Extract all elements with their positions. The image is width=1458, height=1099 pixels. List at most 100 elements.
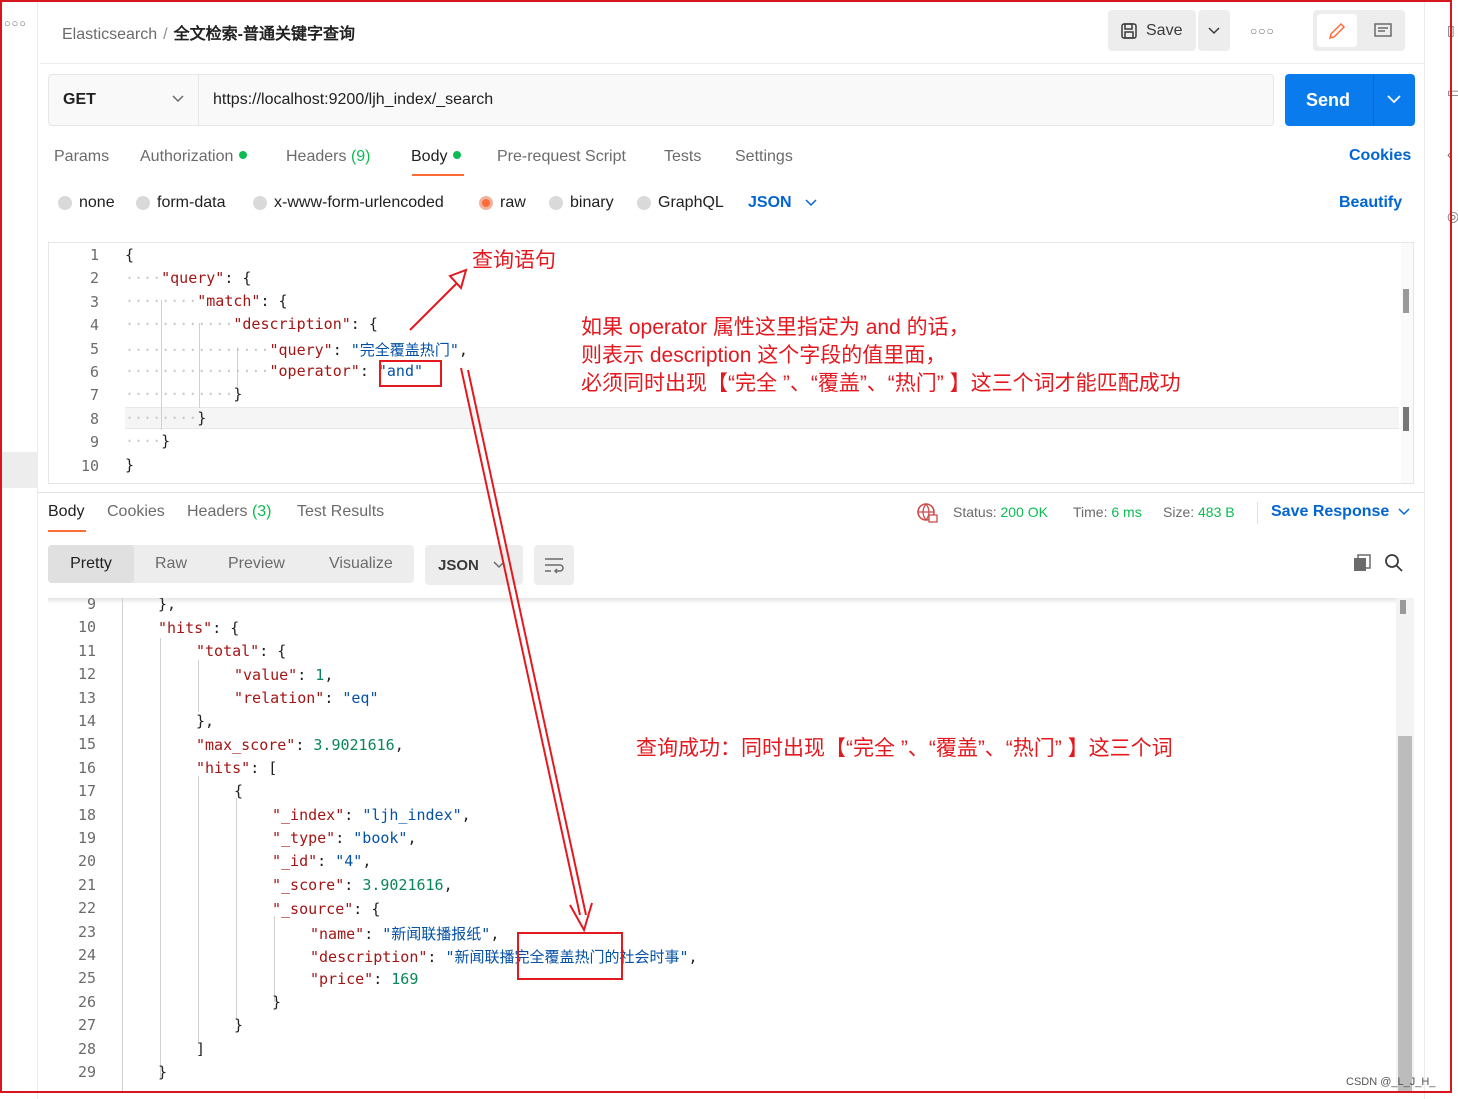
code-line: {: [125, 246, 135, 264]
sidebar-selected-item[interactable]: [0, 452, 38, 488]
tab-authorization[interactable]: Authorization: [140, 148, 248, 166]
radio-urlencoded[interactable]: x-www-form-urlencoded: [253, 194, 444, 212]
method-select[interactable]: GET: [49, 75, 199, 125]
code-line: }: [234, 1016, 244, 1034]
scroll-thumb[interactable]: [1398, 736, 1412, 1093]
send-button[interactable]: Send: [1285, 74, 1415, 126]
mode-toggle: [1313, 10, 1405, 51]
breadcrumb: Elasticsearch / 全文检索-普通关键字查询: [62, 20, 355, 44]
chevron-down-icon[interactable]: [1387, 95, 1401, 104]
annotation-explain-3: 必须同时出现【“完全 ”、“覆盖”、“热门” 】这三个词才能匹配成功: [581, 372, 1181, 395]
comment-icon: [1374, 22, 1392, 37]
collection-name[interactable]: Elasticsearch: [62, 26, 157, 43]
view-preview[interactable]: Preview: [228, 555, 285, 573]
view-mode-group: Pretty Raw Preview Visualize: [48, 545, 414, 583]
beautify-button[interactable]: Beautify: [1339, 194, 1402, 212]
line-number: 26: [77, 992, 96, 1011]
chevron-down-icon: [1398, 508, 1410, 516]
code-line: {: [234, 782, 244, 800]
wrap-lines-button[interactable]: [534, 545, 574, 585]
tab-headers[interactable]: Headers (9): [286, 148, 371, 166]
line-number: 16: [77, 758, 96, 777]
watermark: CSDN @_L_J_H_: [1346, 1076, 1436, 1088]
radio-raw-label: raw: [500, 194, 526, 211]
line-number: 9: [89, 433, 99, 452]
size-text[interactable]: Size: 483 B: [1163, 504, 1235, 520]
view-pretty[interactable]: Pretty: [48, 545, 134, 583]
url-bar: GET https://localhost:9200/ljh_index/_se…: [48, 74, 1274, 126]
code-icon[interactable]: ‹: [1447, 146, 1452, 162]
more-dots-icon[interactable]: ○○○: [4, 18, 27, 30]
code-line: ············}: [125, 385, 243, 403]
scroll-marker: [1403, 407, 1409, 431]
radio-none[interactable]: none: [58, 194, 115, 212]
code-line: ········"match": {: [125, 292, 288, 310]
radio-binary[interactable]: binary: [549, 194, 614, 212]
annotation-explain-1: 如果 operator 属性这里指定为 and 的话，: [581, 316, 970, 339]
more-actions-icon[interactable]: ○○○: [1250, 24, 1275, 38]
tab-test-results[interactable]: Test Results: [297, 503, 384, 521]
status-label: Status:: [953, 504, 997, 520]
line-number: 4: [89, 316, 99, 335]
radio-form-data[interactable]: form-data: [136, 194, 225, 212]
save-button[interactable]: Save: [1108, 10, 1196, 51]
cookies-link[interactable]: Cookies: [1349, 147, 1411, 165]
code-line: }: [158, 1063, 168, 1081]
tab-response-headers[interactable]: Headers (3): [187, 503, 272, 521]
save-options-button[interactable]: [1198, 10, 1230, 51]
tab-response-cookies[interactable]: Cookies: [107, 503, 165, 521]
tab-prerequest-script[interactable]: Pre-request Script: [497, 148, 626, 166]
tab-response-body[interactable]: Body: [48, 503, 84, 521]
line-number: 21: [77, 875, 96, 894]
radio-graphql[interactable]: GraphQL: [637, 194, 724, 212]
response-body-viewer[interactable]: 9 10 11 12 13 14 15 16 17 18 19 20 21 22 23 24 25 26 27 28 2…: [48, 598, 1414, 1093]
line-number: 25: [77, 969, 96, 988]
url-input[interactable]: https://localhost:9200/ljh_index/_search: [213, 91, 493, 109]
active-tab-indicator: [48, 530, 86, 532]
response-scrollbar[interactable]: [1396, 598, 1414, 1093]
indent-guide: [274, 916, 275, 1002]
documentation-icon[interactable]: ▯: [1447, 22, 1455, 39]
line-number: 10: [77, 618, 96, 637]
annotation-success: 查询成功：同时出现【“完全 ”、“覆盖”、“热门” 】这三个词: [636, 737, 1173, 760]
size-value: 483 B: [1198, 504, 1235, 520]
line-number: 22: [77, 899, 96, 918]
code-line: ····"query": {: [125, 269, 252, 287]
scroll-shadow: [48, 598, 1414, 604]
response-format-select[interactable]: JSON: [425, 545, 523, 585]
search-icon[interactable]: [1384, 553, 1404, 578]
copy-icon[interactable]: [1352, 553, 1372, 578]
save-response-button[interactable]: Save Response: [1271, 503, 1410, 521]
format-label: JSON: [748, 194, 792, 211]
tab-body[interactable]: Body: [411, 148, 462, 166]
time-label: Time:: [1073, 504, 1108, 520]
edit-mode-button[interactable]: [1317, 14, 1357, 47]
pane-divider[interactable]: [38, 492, 1424, 493]
active-tab-indicator: [412, 174, 464, 176]
request-name[interactable]: 全文检索-普通关键字查询: [174, 26, 355, 43]
scroll-thumb[interactable]: [1403, 289, 1409, 313]
radio-raw[interactable]: raw: [479, 194, 526, 212]
editor-scrollbar[interactable]: [1401, 243, 1413, 483]
tab-headers-label: Headers: [286, 148, 347, 165]
chevron-down-icon: [1208, 26, 1220, 34]
code-line: }: [125, 456, 135, 474]
comments-icon[interactable]: ▭: [1447, 84, 1458, 101]
format-select[interactable]: JSON: [748, 194, 817, 212]
tab-params[interactable]: Params: [54, 148, 109, 166]
code-line: "value": 1,: [234, 666, 334, 684]
view-visualize[interactable]: Visualize: [329, 555, 393, 573]
line-number: 9: [86, 598, 96, 613]
time-text[interactable]: Time: 6 ms: [1073, 504, 1142, 520]
info-icon[interactable]: ◎: [1447, 208, 1458, 225]
radio-urlencoded-label: x-www-form-urlencoded: [274, 194, 444, 211]
indent-guide: [160, 638, 161, 1078]
tab-settings[interactable]: Settings: [735, 148, 793, 166]
tab-tests[interactable]: Tests: [664, 148, 701, 166]
code-line: "description": "新闻联播完全覆盖热门的社会时事",: [310, 948, 698, 966]
view-raw[interactable]: Raw: [155, 555, 187, 573]
globe-icon[interactable]: [916, 502, 938, 527]
comment-mode-button[interactable]: [1365, 14, 1401, 47]
radio-icon: [637, 196, 651, 210]
status-text[interactable]: Status: 200 OK: [953, 504, 1048, 520]
